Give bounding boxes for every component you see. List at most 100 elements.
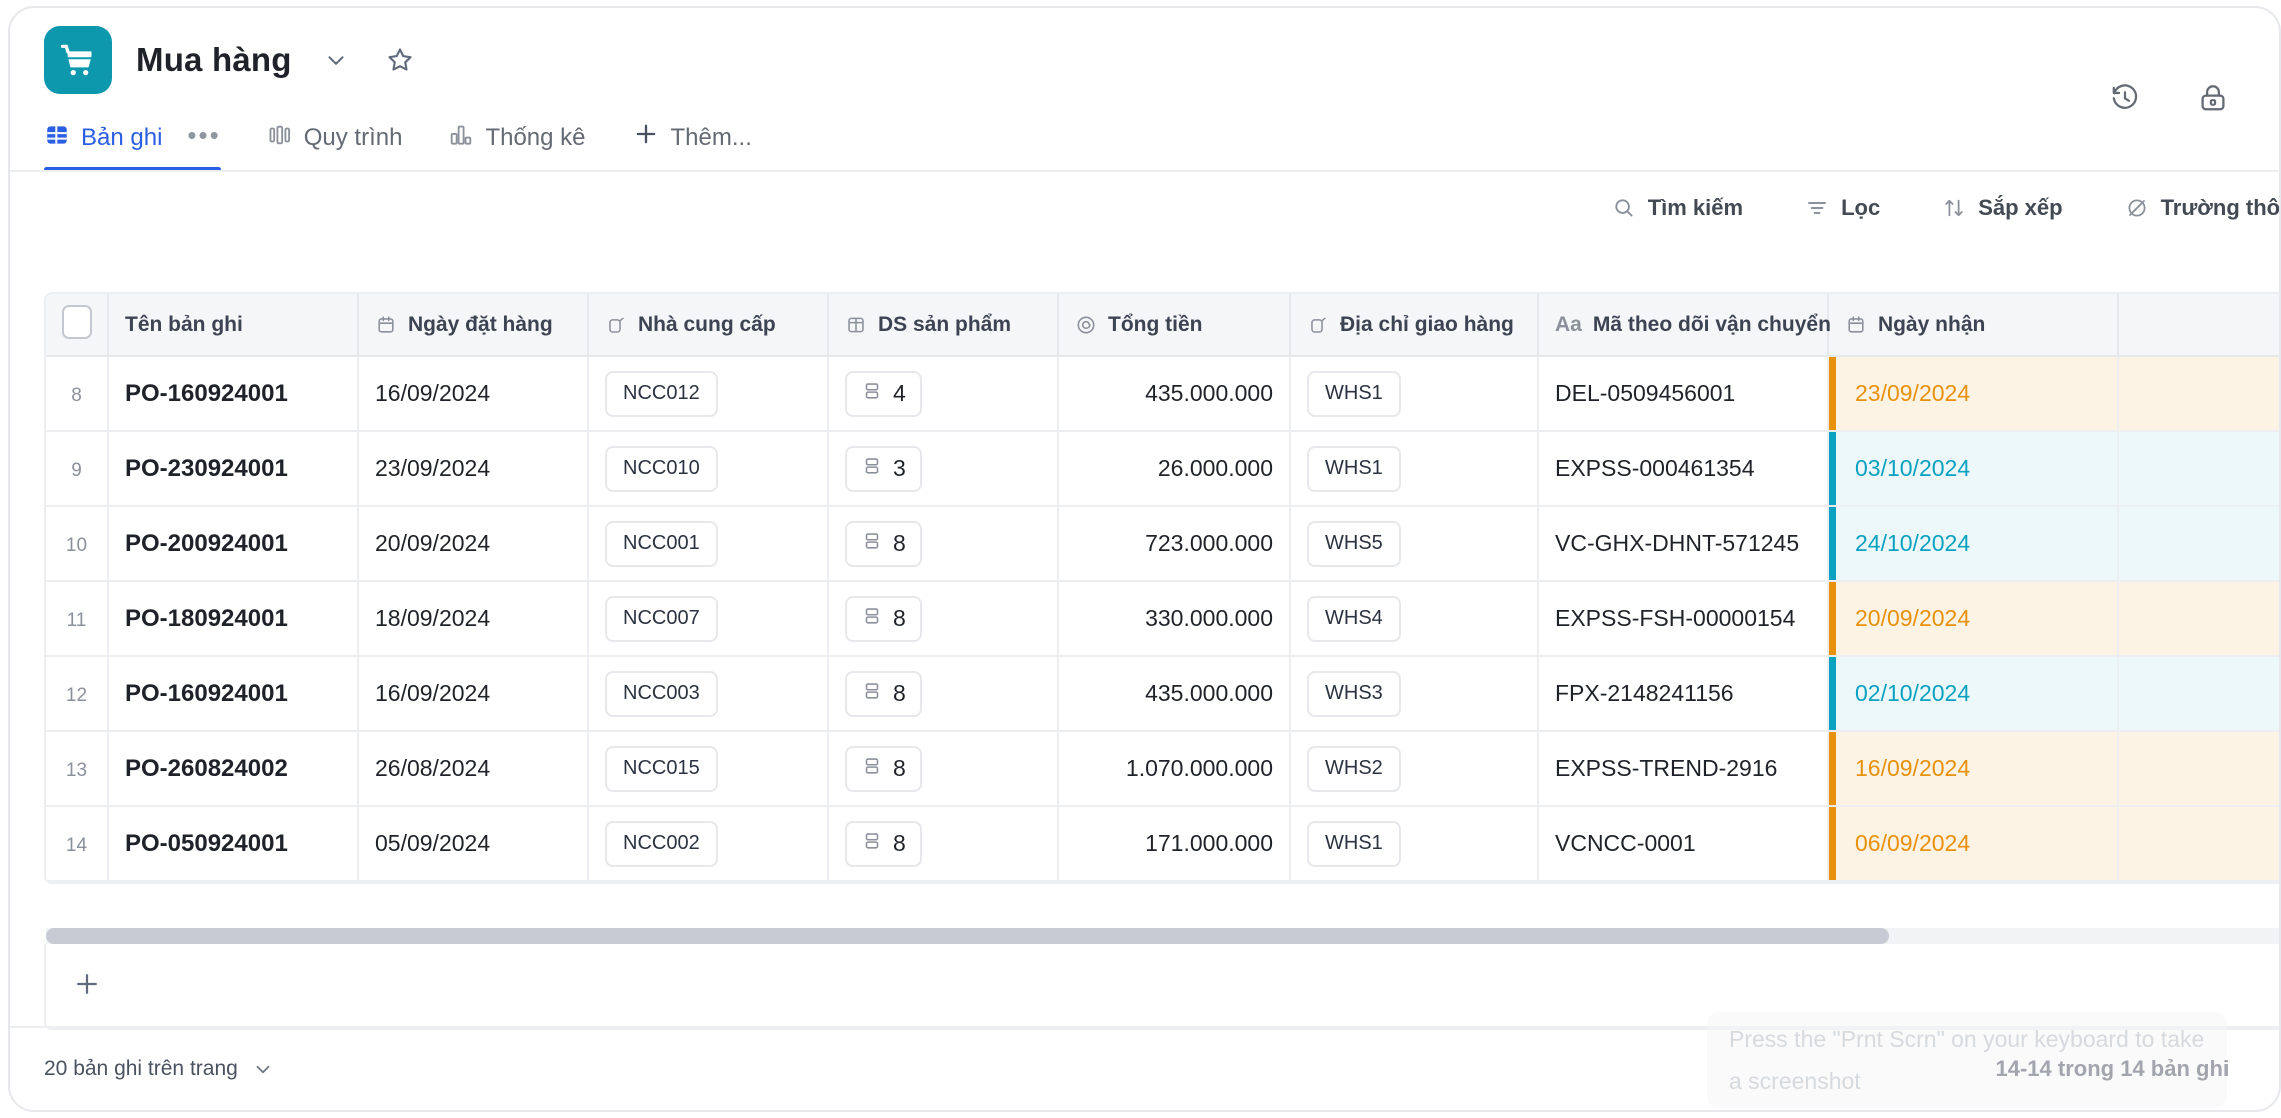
cell-nha-cung-cap[interactable]: NCC012 — [588, 356, 829, 432]
col-header-ten-ban-ghi[interactable]: Tên bản ghi — [108, 294, 359, 357]
cell-ma-theo-doi-van-chuyen[interactable]: VCNCC-0001 — [1538, 806, 1829, 882]
col-header-tong-tien[interactable]: Tổng tiền — [1058, 294, 1291, 357]
cell-nha-cung-cap[interactable]: NCC010 — [588, 431, 829, 507]
table-row[interactable]: 12 PO-160924001 16/09/2024 NCC003 8 435.000.0… — [46, 656, 2279, 732]
cell-dia-chi-giao-hang[interactable]: WHS1 — [1290, 356, 1539, 432]
supplier-chip[interactable]: NCC001 — [605, 520, 718, 567]
cell-extra[interactable] — [2118, 731, 2279, 807]
cell-ds-san-pham[interactable]: 8 — [828, 806, 1059, 882]
table-row[interactable]: 8 PO-160924001 16/09/2024 NCC012 4 435.000.00… — [46, 356, 2279, 432]
cell-dia-chi-giao-hang[interactable]: WHS1 — [1290, 431, 1539, 507]
page-size-selector[interactable]: 20 bản ghi trên trang — [44, 1057, 274, 1081]
cell-ngay-nhan[interactable]: 02/10/2024 — [1828, 656, 2119, 732]
row-index-cell[interactable]: 8 — [46, 356, 109, 432]
table-row[interactable]: 11 PO-180924001 18/09/2024 NCC007 8 330.000.0… — [46, 581, 2279, 657]
cell-ngay-dat-hang[interactable]: 20/09/2024 — [358, 506, 589, 582]
supplier-chip[interactable]: NCC010 — [605, 445, 718, 492]
cell-ten-ban-ghi[interactable]: PO-180924001 — [108, 581, 359, 657]
cell-ngay-nhan[interactable]: 06/09/2024 — [1828, 806, 2119, 882]
tab-ban-ghi[interactable]: Bản ghi ••• — [44, 118, 221, 172]
tab-them[interactable]: Thêm... — [632, 118, 752, 172]
cell-ngay-dat-hang[interactable]: 23/09/2024 — [358, 431, 589, 507]
cell-tong-tien[interactable]: 1.070.000.000 — [1058, 731, 1291, 807]
cell-ds-san-pham[interactable]: 8 — [828, 581, 1059, 657]
select-all-header[interactable] — [46, 294, 109, 357]
row-index-cell[interactable]: 13 — [46, 731, 109, 807]
cell-ten-ban-ghi[interactable]: PO-260824002 — [108, 731, 359, 807]
row-index-cell[interactable]: 9 — [46, 431, 109, 507]
product-list-chip[interactable]: 8 — [845, 745, 922, 792]
table-row[interactable]: 13 PO-260824002 26/08/2024 NCC015 8 1.070.000… — [46, 731, 2279, 807]
supplier-chip[interactable]: NCC015 — [605, 745, 718, 792]
supplier-chip[interactable]: NCC002 — [605, 820, 718, 867]
cell-ngay-dat-hang[interactable]: 18/09/2024 — [358, 581, 589, 657]
col-header-extra[interactable] — [2118, 294, 2279, 357]
plus-icon[interactable] — [72, 969, 102, 1004]
horizontal-scrollbar-thumb[interactable] — [46, 928, 1889, 944]
supplier-chip[interactable]: NCC007 — [605, 595, 718, 642]
cell-nha-cung-cap[interactable]: NCC015 — [588, 731, 829, 807]
address-chip[interactable]: WHS2 — [1307, 745, 1401, 792]
cell-dia-chi-giao-hang[interactable]: WHS2 — [1290, 731, 1539, 807]
row-index-cell[interactable]: 10 — [46, 506, 109, 582]
cell-tong-tien[interactable]: 26.000.000 — [1058, 431, 1291, 507]
product-list-chip[interactable]: 8 — [845, 520, 922, 567]
supplier-chip[interactable]: NCC003 — [605, 670, 718, 717]
cell-tong-tien[interactable]: 330.000.000 — [1058, 581, 1291, 657]
cell-ten-ban-ghi[interactable]: PO-160924001 — [108, 656, 359, 732]
cell-extra[interactable] — [2118, 506, 2279, 582]
cell-ma-theo-doi-van-chuyen[interactable]: EXPSS-TREND-2916 — [1538, 731, 1829, 807]
cell-ngay-nhan[interactable]: 20/09/2024 — [1828, 581, 2119, 657]
cell-tong-tien[interactable]: 723.000.000 — [1058, 506, 1291, 582]
cell-ma-theo-doi-van-chuyen[interactable]: EXPSS-FSH-00000154 — [1538, 581, 1829, 657]
cell-ngay-nhan[interactable]: 03/10/2024 — [1828, 431, 2119, 507]
cell-ngay-dat-hang[interactable]: 16/09/2024 — [358, 656, 589, 732]
col-header-ngay-nhan[interactable]: Ngày nhận — [1828, 294, 2119, 357]
cell-ten-ban-ghi[interactable]: PO-160924001 — [108, 356, 359, 432]
table-row[interactable]: 14 PO-050924001 05/09/2024 NCC002 8 171.000.0… — [46, 806, 2279, 882]
cell-ten-ban-ghi[interactable]: PO-200924001 — [108, 506, 359, 582]
cell-ds-san-pham[interactable]: 8 — [828, 656, 1059, 732]
cell-ten-ban-ghi[interactable]: PO-050924001 — [108, 806, 359, 882]
address-chip[interactable]: WHS1 — [1307, 370, 1401, 417]
cell-ngay-nhan[interactable]: 16/09/2024 — [1828, 731, 2119, 807]
cell-nha-cung-cap[interactable]: NCC001 — [588, 506, 829, 582]
cell-extra[interactable] — [2118, 806, 2279, 882]
col-header-ma-theo-doi-van-chuyen[interactable]: Aa Mã theo dõi vận chuyển — [1538, 294, 1831, 357]
filter-button[interactable]: Lọc — [1805, 195, 1880, 221]
cell-ma-theo-doi-van-chuyen[interactable]: DEL-0509456001 — [1538, 356, 1829, 432]
cell-nha-cung-cap[interactable]: NCC002 — [588, 806, 829, 882]
table-row[interactable]: 10 PO-200924001 20/09/2024 NCC001 8 723.000.0… — [46, 506, 2279, 582]
cell-ma-theo-doi-van-chuyen[interactable]: VC-GHX-DHNT-571245 — [1538, 506, 1829, 582]
product-list-chip[interactable]: 8 — [845, 820, 922, 867]
product-list-chip[interactable]: 8 — [845, 595, 922, 642]
address-chip[interactable]: WHS1 — [1307, 445, 1401, 492]
checkbox-icon[interactable] — [61, 304, 92, 339]
col-header-ds-san-pham[interactable]: DS sản phẩm — [828, 294, 1059, 357]
cell-dia-chi-giao-hang[interactable]: WHS4 — [1290, 581, 1539, 657]
sort-button[interactable]: Sắp xếp — [1942, 195, 2063, 221]
cell-tong-tien[interactable]: 171.000.000 — [1058, 806, 1291, 882]
lock-icon[interactable] — [2191, 76, 2235, 120]
col-header-dia-chi-giao-hang[interactable]: Địa chỉ giao hàng — [1290, 294, 1539, 357]
tab-thong-ke[interactable]: Thống kê — [448, 118, 586, 172]
cell-nha-cung-cap[interactable]: NCC007 — [588, 581, 829, 657]
row-index-cell[interactable]: 12 — [46, 656, 109, 732]
cell-ds-san-pham[interactable]: 8 — [828, 506, 1059, 582]
cell-dia-chi-giao-hang[interactable]: WHS1 — [1290, 806, 1539, 882]
cell-ten-ban-ghi[interactable]: PO-230924001 — [108, 431, 359, 507]
cell-nha-cung-cap[interactable]: NCC003 — [588, 656, 829, 732]
cell-extra[interactable] — [2118, 656, 2279, 732]
cell-ngay-nhan[interactable]: 24/10/2024 — [1828, 506, 2119, 582]
address-chip[interactable]: WHS4 — [1307, 595, 1401, 642]
cell-dia-chi-giao-hang[interactable]: WHS3 — [1290, 656, 1539, 732]
cell-ma-theo-doi-van-chuyen[interactable]: FPX-2148241156 — [1538, 656, 1829, 732]
cell-extra[interactable] — [2118, 356, 2279, 432]
history-clock-icon[interactable] — [2103, 76, 2147, 120]
cell-ngay-dat-hang[interactable]: 16/09/2024 — [358, 356, 589, 432]
col-header-ngay-dat-hang[interactable]: Ngày đặt hàng — [358, 294, 589, 357]
address-chip[interactable]: WHS5 — [1307, 520, 1401, 567]
search-button[interactable]: Tìm kiếm — [1612, 195, 1743, 221]
tab-quy-trinh[interactable]: Quy trình — [267, 118, 402, 172]
cell-extra[interactable] — [2118, 581, 2279, 657]
